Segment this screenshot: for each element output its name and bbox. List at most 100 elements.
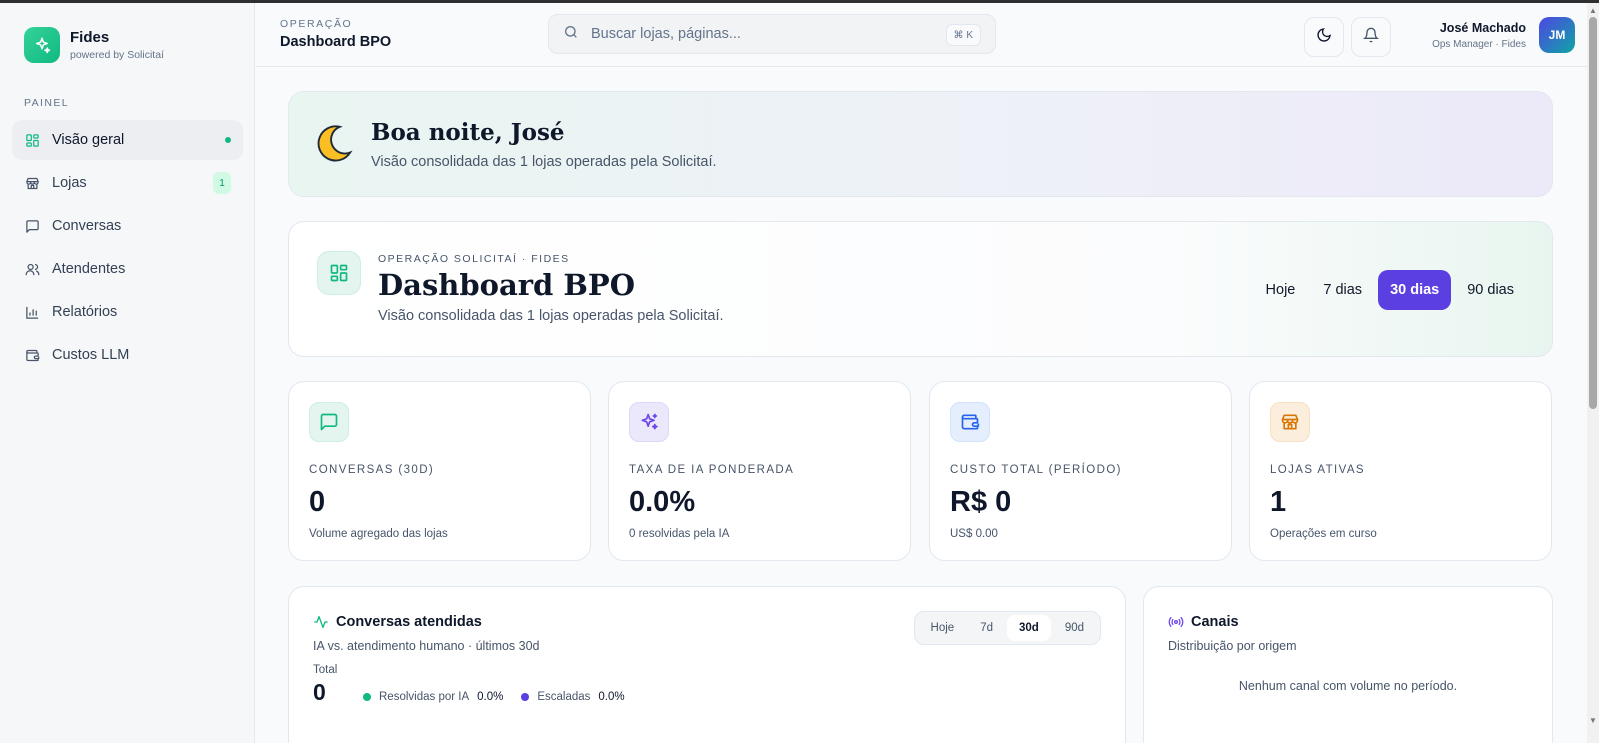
kpi-card-custo-total: CUSTO TOTAL (PERÍODO) R$ 0 US$ 0.00	[929, 381, 1232, 561]
sidebar-item-label: Visão geral	[52, 132, 125, 148]
dashboard-subtitle: Visão consolidada das 1 lojas operadas p…	[378, 308, 724, 324]
conversations-panel: Conversas atendidas IA vs. atendimento h…	[288, 586, 1126, 743]
panel-subtitle: IA vs. atendimento humano · últimos 30d	[313, 639, 540, 653]
avatar[interactable]: JM	[1539, 17, 1575, 53]
broadcast-icon	[1168, 614, 1184, 635]
sidebar-item-label: Relatórios	[52, 304, 118, 320]
legend-value-ia: 0.0%	[477, 691, 504, 703]
user-info[interactable]: José Machado Ops Manager · Fides	[1432, 21, 1526, 50]
range-7d-button[interactable]: 7d	[968, 615, 1005, 641]
sidebar-item-conversas[interactable]: Conversas	[12, 206, 243, 246]
legend-value-escaladas: 0.0%	[598, 691, 625, 703]
period-30-dias-button[interactable]: 30 dias	[1378, 270, 1452, 310]
sparkles-logo-icon	[24, 27, 60, 63]
theme-toggle-button[interactable]	[1304, 17, 1344, 57]
range-hoje-button[interactable]: Hoje	[919, 615, 967, 641]
panel-subtitle: Distribuição por origem	[1168, 639, 1297, 653]
kpi-value: 1	[1270, 486, 1287, 518]
brand-name: Fides	[70, 29, 110, 46]
brand-tagline: powered by Solicitaí	[70, 49, 164, 61]
channels-panel: Canais Distribuição por origem Nenhum ca…	[1143, 586, 1553, 743]
users-icon	[24, 261, 40, 277]
breadcrumb: OPERAÇÃO	[280, 18, 353, 30]
empty-state-text: Nenhum canal com volume no período.	[1238, 679, 1458, 693]
page-title: Dashboard BPO	[280, 34, 392, 50]
kpi-subtext: 0 resolvidas pela IA	[629, 528, 730, 540]
keyboard-shortcut-hint: ⌘ K	[945, 24, 981, 46]
greeting-subtitle: Visão consolidada das 1 lojas operadas p…	[371, 154, 717, 170]
sidebar-item-relatorios[interactable]: Relatórios	[12, 292, 243, 332]
kpi-subtext: Volume agregado das lojas	[309, 528, 448, 540]
moon-icon	[1316, 27, 1332, 48]
total-label: Total	[313, 664, 338, 676]
sidebar-section-label: PAINEL	[24, 97, 69, 109]
sidebar-nav: Visão geral Lojas 1 Conversas Atendentes	[12, 120, 243, 378]
active-indicator	[225, 137, 231, 143]
kpi-card-taxa-ia: TAXA DE IA PONDERADA 0.0% 0 resolvidas p…	[608, 381, 911, 561]
grid-icon	[317, 251, 361, 295]
sidebar-item-atendentes[interactable]: Atendentes	[12, 249, 243, 289]
chart-legend: Resolvidas por IA 0.0% Escaladas 0.0%	[363, 691, 625, 703]
panel-title: Conversas atendidas	[336, 614, 482, 630]
greeting-banner: Boa noite, José Visão consolidada das 1 …	[288, 91, 1553, 197]
range-90d-button[interactable]: 90d	[1053, 615, 1096, 641]
greeting-title: Boa noite, José	[371, 119, 565, 146]
range-selector: Hoje 7d 30d 90d	[913, 611, 1101, 645]
brand[interactable]: Fides powered by Solicitaí	[24, 27, 164, 63]
scroll-up-arrow-icon[interactable]: ▲	[1589, 7, 1597, 15]
period-90-dias-button[interactable]: 90 dias	[1455, 270, 1526, 310]
legend-label-escaladas: Escaladas	[537, 691, 591, 703]
search-input[interactable]: Buscar lojas, páginas... ⌘ K	[548, 14, 996, 54]
legend-swatch-escaladas	[521, 693, 530, 701]
period-selector: Hoje 7 dias 30 dias 90 dias	[1254, 270, 1526, 310]
panel-title: Canais	[1191, 614, 1239, 630]
sidebar-item-custos-llm[interactable]: Custos LLM	[12, 335, 243, 375]
user-name: José Machado	[1439, 21, 1526, 35]
kpi-label: TAXA DE IA PONDERADA	[629, 464, 795, 476]
kpi-subtext: US$ 0.00	[950, 528, 998, 540]
range-30d-button[interactable]: 30d	[1006, 615, 1051, 641]
sidebar-item-visao-geral[interactable]: Visão geral	[12, 120, 243, 160]
crescent-moon-icon	[315, 124, 353, 167]
sidebar-item-label: Atendentes	[52, 261, 126, 277]
store-icon	[1270, 402, 1310, 442]
wallet-icon	[950, 402, 990, 442]
wallet-icon	[24, 347, 40, 363]
kpi-label: CONVERSAS (30D)	[309, 464, 435, 476]
scroll-down-arrow-icon[interactable]: ▼	[1589, 717, 1597, 725]
sidebar: Fides powered by Solicitaí PAINEL Visão …	[0, 3, 255, 743]
scrollbar[interactable]: ▲ ▼	[1587, 3, 1599, 743]
bell-icon	[1362, 27, 1380, 48]
sidebar-item-label: Lojas	[52, 175, 87, 191]
sparkles-icon	[629, 402, 669, 442]
kpi-label: LOJAS ATIVAS	[1270, 464, 1365, 476]
chat-icon	[24, 218, 40, 234]
period-hoje-button[interactable]: Hoje	[1254, 270, 1308, 310]
search-icon	[563, 24, 579, 45]
period-7-dias-button[interactable]: 7 dias	[1311, 270, 1374, 310]
legend-swatch-ia	[363, 693, 371, 701]
activity-icon	[313, 614, 329, 635]
kpi-card-conversas: CONVERSAS (30D) 0 Volume agregado das lo…	[288, 381, 591, 561]
count-badge: 1	[213, 172, 231, 194]
sidebar-item-label: Conversas	[52, 218, 122, 234]
search-placeholder: Buscar lojas, páginas...	[591, 26, 741, 42]
dashboard-header-card: OPERAÇÃO SOLICITAÍ · FIDES Dashboard BPO…	[288, 221, 1553, 357]
sidebar-item-label: Custos LLM	[52, 347, 130, 363]
dashboard-eyebrow: OPERAÇÃO SOLICITAÍ · FIDES	[378, 253, 570, 265]
dashboard-title: Dashboard BPO	[378, 268, 635, 302]
total-value: 0	[313, 679, 326, 705]
top-header: OPERAÇÃO Dashboard BPO Buscar lojas, pág…	[256, 3, 1587, 67]
kpi-subtext: Operações em curso	[1270, 528, 1377, 540]
grid-icon	[24, 132, 40, 148]
notifications-button[interactable]	[1351, 17, 1391, 57]
store-icon	[24, 175, 40, 191]
user-role: Ops Manager · Fides	[1432, 39, 1526, 50]
sidebar-item-lojas[interactable]: Lojas 1	[12, 163, 243, 203]
scrollbar-thumb[interactable]	[1589, 17, 1597, 409]
bar-chart-icon	[24, 304, 40, 320]
kpi-value: 0	[309, 486, 326, 518]
legend-label-ia: Resolvidas por IA	[379, 691, 470, 703]
kpi-label: CUSTO TOTAL (PERÍODO)	[950, 464, 1122, 476]
chat-icon	[309, 402, 349, 442]
